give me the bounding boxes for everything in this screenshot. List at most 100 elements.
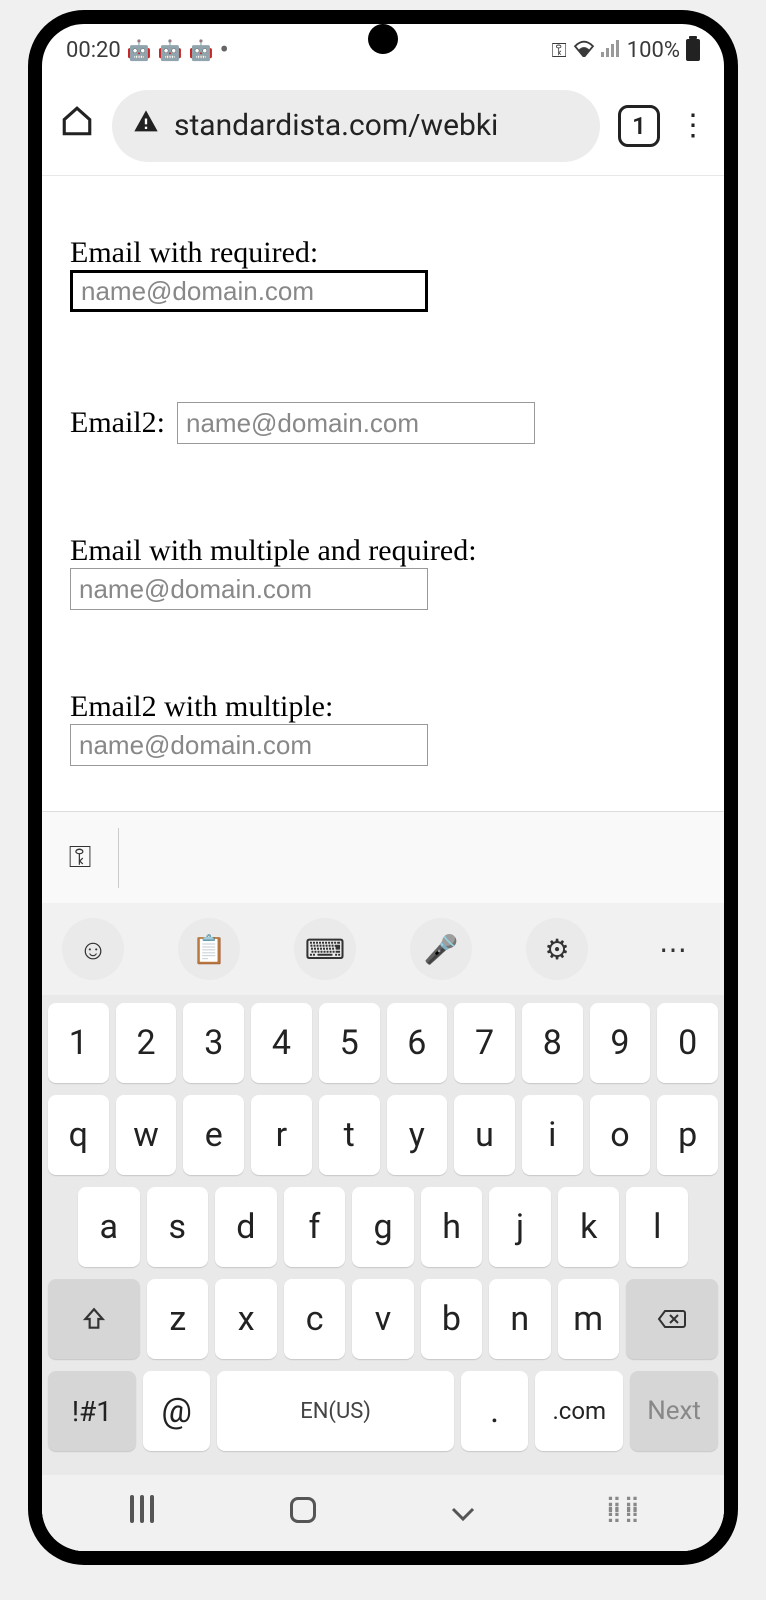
field-label: Email2: xyxy=(70,406,165,440)
field-label: Email with required: xyxy=(70,236,696,270)
dotcom-key[interactable]: .com xyxy=(535,1371,623,1451)
key-x[interactable]: x xyxy=(215,1279,276,1359)
key-c[interactable]: c xyxy=(284,1279,345,1359)
email-multiple-required-input[interactable] xyxy=(70,568,428,610)
key-7[interactable]: 7 xyxy=(454,1003,515,1083)
vpn-key-icon: ⚿ xyxy=(552,38,567,62)
keyboard-toolbar: ☺ 📋 ⌨ 🎤 ⚙ ⋯ xyxy=(42,903,724,995)
hide-keyboard-icon[interactable]: ⠿⠿⠿⠿ xyxy=(594,1503,654,1523)
key-v[interactable]: v xyxy=(352,1279,413,1359)
key-j[interactable]: j xyxy=(489,1187,551,1267)
key-row-3: asdfghjkl xyxy=(48,1187,718,1267)
field-label: Email2 with multiple: xyxy=(70,690,696,724)
recent-apps-button[interactable] xyxy=(112,1495,172,1531)
wifi-icon xyxy=(573,38,595,62)
field-group: Email with required: xyxy=(70,236,696,312)
back-button[interactable] xyxy=(433,1496,493,1531)
field-group: Email2 with multiple: xyxy=(70,690,696,766)
signal-icon xyxy=(601,38,621,62)
suggestion-bar: ⚿ xyxy=(42,811,724,903)
key-o[interactable]: o xyxy=(590,1095,651,1175)
key-i[interactable]: i xyxy=(522,1095,583,1175)
android-icon: 🤖 xyxy=(158,38,183,62)
backspace-key[interactable] xyxy=(626,1279,718,1359)
url-text: standardista.com/webki xyxy=(174,108,498,143)
webpage-content[interactable]: Email with required: Email2: Email with … xyxy=(42,176,724,811)
key-4[interactable]: 4 xyxy=(251,1003,312,1083)
key-0[interactable]: 0 xyxy=(657,1003,718,1083)
key-k[interactable]: k xyxy=(558,1187,620,1267)
symbols-key[interactable]: !#1 xyxy=(48,1371,136,1451)
key-s[interactable]: s xyxy=(147,1187,209,1267)
camera-notch xyxy=(368,24,398,54)
key-8[interactable]: 8 xyxy=(522,1003,583,1083)
key-2[interactable]: 2 xyxy=(116,1003,177,1083)
key-row-2: qwertyuiop xyxy=(48,1095,718,1175)
spacebar-key[interactable]: EN(US) xyxy=(217,1371,453,1451)
field-group: Email with multiple and required: xyxy=(70,534,696,610)
status-right: ⚿ 100% xyxy=(552,38,700,63)
next-key[interactable]: Next xyxy=(630,1371,718,1451)
battery-icon xyxy=(686,39,700,61)
android-icon: 🤖 xyxy=(189,38,214,62)
browser-bar: standardista.com/webki 1 ⋮ xyxy=(42,76,724,176)
key-row-4: zxcvbnm xyxy=(48,1279,718,1359)
phone-screen: 00:20 🤖 🤖 🤖 • ⚿ 100% xyxy=(42,24,724,1551)
battery-percent: 100% xyxy=(627,38,680,63)
key-f[interactable]: f xyxy=(284,1187,346,1267)
key-9[interactable]: 9 xyxy=(590,1003,651,1083)
key-e[interactable]: e xyxy=(183,1095,244,1175)
keyboard-keys: 1234567890 qwertyuiop asdfghjkl zxcvbnm … xyxy=(42,995,724,1475)
address-bar[interactable]: standardista.com/webki xyxy=(112,90,600,162)
key-6[interactable]: 6 xyxy=(387,1003,448,1083)
at-key[interactable]: @ xyxy=(143,1371,211,1451)
key-l[interactable]: l xyxy=(626,1187,688,1267)
key-d[interactable]: d xyxy=(215,1187,277,1267)
period-key[interactable]: . xyxy=(461,1371,529,1451)
field-label: Email with multiple and required: xyxy=(70,534,696,568)
key-t[interactable]: t xyxy=(319,1095,380,1175)
more-icon[interactable]: ⋯ xyxy=(642,918,704,980)
tab-switcher[interactable]: 1 xyxy=(618,105,660,147)
key-row-bottom: !#1 @ EN(US) . .com Next xyxy=(48,1371,718,1451)
keyboard: ⚿ ☺ 📋 ⌨ 🎤 ⚙ ⋯ 1234567890 qwertyuiop asdf… xyxy=(42,811,724,1551)
status-left: 00:20 🤖 🤖 🤖 • xyxy=(66,38,229,63)
emoji-icon[interactable]: ☺ xyxy=(62,918,124,980)
phone-frame: 00:20 🤖 🤖 🤖 • ⚿ 100% xyxy=(28,10,738,1565)
key-m[interactable]: m xyxy=(558,1279,619,1359)
android-icon: 🤖 xyxy=(127,38,152,62)
key-q[interactable]: q xyxy=(48,1095,109,1175)
key-z[interactable]: z xyxy=(147,1279,208,1359)
key-u[interactable]: u xyxy=(454,1095,515,1175)
key-b[interactable]: b xyxy=(421,1279,482,1359)
key-y[interactable]: y xyxy=(387,1095,448,1175)
key-n[interactable]: n xyxy=(489,1279,550,1359)
clipboard-icon[interactable]: 📋 xyxy=(178,918,240,980)
key-r[interactable]: r xyxy=(251,1095,312,1175)
key-a[interactable]: a xyxy=(78,1187,140,1267)
email-required-input[interactable] xyxy=(70,270,428,312)
status-time: 00:20 xyxy=(66,38,121,63)
key-row-numbers: 1234567890 xyxy=(48,1003,718,1083)
key-g[interactable]: g xyxy=(352,1187,414,1267)
key-3[interactable]: 3 xyxy=(183,1003,244,1083)
password-key-icon[interactable]: ⚿ xyxy=(56,834,104,882)
shift-key[interactable] xyxy=(48,1279,140,1359)
email2-multiple-input[interactable] xyxy=(70,724,428,766)
android-nav-bar: ⠿⠿⠿⠿ xyxy=(42,1475,724,1551)
keyboard-mode-icon[interactable]: ⌨ xyxy=(294,918,356,980)
key-p[interactable]: p xyxy=(657,1095,718,1175)
mic-icon[interactable]: 🎤 xyxy=(410,918,472,980)
not-secure-icon xyxy=(132,108,160,143)
field-group: Email2: xyxy=(70,402,696,444)
home-button[interactable] xyxy=(273,1496,333,1531)
menu-icon[interactable]: ⋮ xyxy=(678,108,706,143)
email2-input[interactable] xyxy=(177,402,535,444)
key-w[interactable]: w xyxy=(116,1095,177,1175)
key-1[interactable]: 1 xyxy=(48,1003,109,1083)
key-h[interactable]: h xyxy=(421,1187,483,1267)
divider xyxy=(118,828,119,888)
settings-gear-icon[interactable]: ⚙ xyxy=(526,918,588,980)
key-5[interactable]: 5 xyxy=(319,1003,380,1083)
home-icon[interactable] xyxy=(60,104,94,147)
